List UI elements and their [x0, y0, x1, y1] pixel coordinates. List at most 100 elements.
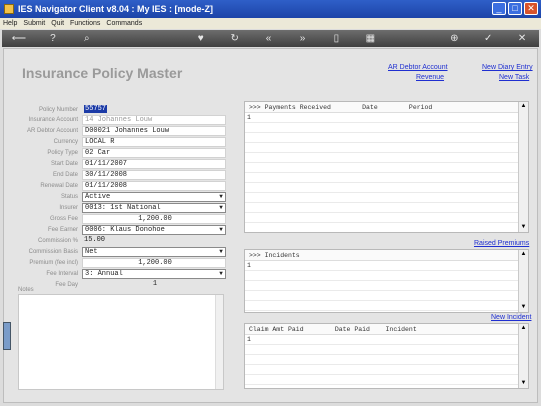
scroll-down-icon[interactable]: ▼	[519, 303, 528, 312]
insurer-label: Insurer	[59, 205, 78, 211]
title-bar: IES Navigator Client v8.04 : My IES : [m…	[0, 0, 541, 18]
menu-quit[interactable]: Quit	[51, 20, 64, 27]
commission-basis-label: Commission Basis	[28, 249, 78, 255]
claims-header: Claim Amt Paid Date Paid Incident	[245, 324, 528, 335]
claims-grid[interactable]: Claim Amt Paid Date Paid Incident 1 ▲ ▼	[244, 323, 529, 389]
premium-label: Premium (fee incl)	[29, 260, 78, 266]
payments-scrollbar[interactable]: ▲ ▼	[518, 102, 528, 232]
minimize-button[interactable]: _	[492, 2, 506, 15]
side-panel-icon[interactable]	[3, 322, 11, 350]
chevron-down-icon[interactable]: ▼	[217, 204, 225, 212]
window-controls: _ □ ✕	[492, 2, 538, 15]
new-diary-entry-link[interactable]: New Diary Entry	[482, 64, 533, 71]
raised-premiums-link[interactable]: Raised Premiums	[474, 240, 529, 247]
fee-interval-row: Fee Interval 3: Annual ▼	[16, 269, 226, 279]
chevron-down-icon[interactable]: ▼	[217, 270, 225, 278]
menu-bar: Help Submit Quit Functions Commands	[0, 18, 541, 29]
fee-interval-select[interactable]: 3: Annual ▼	[82, 269, 226, 279]
incidents-grid[interactable]: >>> Incidents 1 ▲ ▼	[244, 249, 529, 313]
notes-textarea[interactable]	[18, 294, 224, 390]
premium-field[interactable]: 1,200.00	[82, 258, 226, 268]
commission-pct-field[interactable]: 15.00	[82, 236, 226, 246]
ar-debtor-account-label: AR Debtor Account	[26, 128, 78, 134]
insurance-account-field[interactable]: 14 Johannes Louw	[82, 115, 226, 125]
chevron-down-icon[interactable]: ▼	[217, 248, 225, 256]
grid-icon[interactable]: ▦	[353, 30, 387, 47]
revenue-link[interactable]: Revenue	[416, 74, 444, 81]
page-title: Insurance Policy Master	[22, 65, 183, 81]
policy-number-row: Policy Number 55757	[16, 105, 226, 115]
scroll-up-icon[interactable]: ▲	[519, 250, 528, 259]
end-date-label: End Date	[52, 172, 78, 178]
insurance-account-row: Insurance Account 14 Johannes Louw	[16, 115, 226, 125]
policy-type-row: Policy Type 02 Car	[16, 148, 226, 158]
end-date-field[interactable]: 30/11/2008	[82, 170, 226, 180]
scroll-up-icon[interactable]: ▲	[519, 324, 528, 333]
close-window-button[interactable]: ✕	[524, 2, 538, 15]
renewal-date-field[interactable]: 01/11/2008	[82, 181, 226, 191]
fee-interval-label: Fee Interval	[46, 271, 78, 277]
insurance-account-label: Insurance Account	[28, 117, 78, 123]
renewal-date-label: Renewal Date	[40, 183, 78, 189]
chevron-down-icon[interactable]: ▼	[217, 193, 225, 201]
policy-number-label: Policy Number	[38, 107, 78, 113]
search-icon[interactable]: ⌕	[70, 30, 104, 47]
incidents-scrollbar[interactable]: ▲ ▼	[518, 250, 528, 312]
policy-type-label: Policy Type	[47, 150, 78, 156]
claims-rows	[245, 335, 518, 388]
ok-icon[interactable]: ✓	[471, 30, 505, 47]
fee-earner-row: Fee Earner 0006: Klaus Donohoe ▼	[16, 225, 226, 235]
payments-rows	[245, 113, 518, 232]
heart-icon[interactable]: ♥	[184, 30, 218, 47]
incidents-header: >>> Incidents	[245, 250, 528, 261]
gross-fee-field[interactable]: 1,200.00	[82, 214, 226, 224]
save-icon[interactable]: ⊕	[437, 30, 471, 47]
doc-icon[interactable]: ▯	[319, 30, 353, 47]
forward-icon[interactable]: »	[286, 30, 320, 47]
renewal-date-row: Renewal Date 01/11/2008	[16, 181, 226, 191]
claims-scrollbar[interactable]: ▲ ▼	[518, 324, 528, 388]
start-date-field[interactable]: 01/11/2007	[82, 159, 226, 169]
insurer-select[interactable]: 0013: 1st National ▼	[82, 203, 226, 213]
commission-basis-select[interactable]: Net ▼	[82, 247, 226, 257]
gross-fee-label: Gross Fee	[49, 216, 78, 222]
fee-earner-value: 0006: Klaus Donohoe	[85, 226, 165, 234]
ar-debtor-account-link[interactable]: AR Debtor Account	[388, 64, 448, 71]
start-date-row: Start Date 01/11/2007	[16, 159, 226, 169]
fee-earner-select[interactable]: 0006: Klaus Donohoe ▼	[82, 225, 226, 235]
back-arrow-icon[interactable]: ⟵	[2, 30, 36, 47]
fee-day-field[interactable]: 1	[82, 280, 226, 290]
rewind-icon[interactable]: «	[252, 30, 286, 47]
help-icon[interactable]: ?	[36, 30, 70, 47]
notes-label: Notes	[18, 287, 34, 293]
premium-row: Premium (fee incl) 1,200.00	[16, 258, 226, 268]
close-icon[interactable]: ✕	[505, 30, 539, 47]
menu-functions[interactable]: Functions	[70, 20, 100, 27]
commission-basis-value: Net	[85, 248, 98, 256]
fee-interval-value: 3: Annual	[85, 270, 123, 278]
fee-earner-label: Fee Earner	[47, 227, 78, 233]
menu-submit[interactable]: Submit	[23, 20, 45, 27]
refresh-icon[interactable]: ↻	[218, 30, 252, 47]
status-label: Status	[60, 194, 78, 200]
chevron-down-icon[interactable]: ▼	[217, 226, 225, 234]
currency-field[interactable]: LOCAL R	[82, 137, 226, 147]
new-task-link[interactable]: New Task	[499, 74, 529, 81]
gross-fee-row: Gross Fee 1,200.00	[16, 214, 226, 224]
menu-help[interactable]: Help	[3, 20, 17, 27]
notes-scrollbar[interactable]	[215, 295, 223, 389]
policy-number-value: 55757	[84, 105, 108, 113]
new-incident-link[interactable]: New Incident	[491, 314, 531, 321]
menu-commands[interactable]: Commands	[106, 20, 142, 27]
scroll-up-icon[interactable]: ▲	[519, 102, 528, 111]
payments-grid[interactable]: >>> Payments Received Date Period 1 ▲ ▼	[244, 101, 529, 233]
maximize-button[interactable]: □	[508, 2, 522, 15]
payments-header: >>> Payments Received Date Period	[245, 102, 528, 113]
incidents-row-number: 1	[247, 262, 251, 269]
scroll-down-icon[interactable]: ▼	[519, 379, 528, 388]
status-select[interactable]: Active ▼	[82, 192, 226, 202]
scroll-down-icon[interactable]: ▼	[519, 223, 528, 232]
ar-debtor-account-field[interactable]: D00021 Johannes Louw	[82, 126, 226, 136]
policy-type-field[interactable]: 02 Car	[82, 148, 226, 158]
policy-number-field[interactable]: 55757	[82, 105, 226, 115]
